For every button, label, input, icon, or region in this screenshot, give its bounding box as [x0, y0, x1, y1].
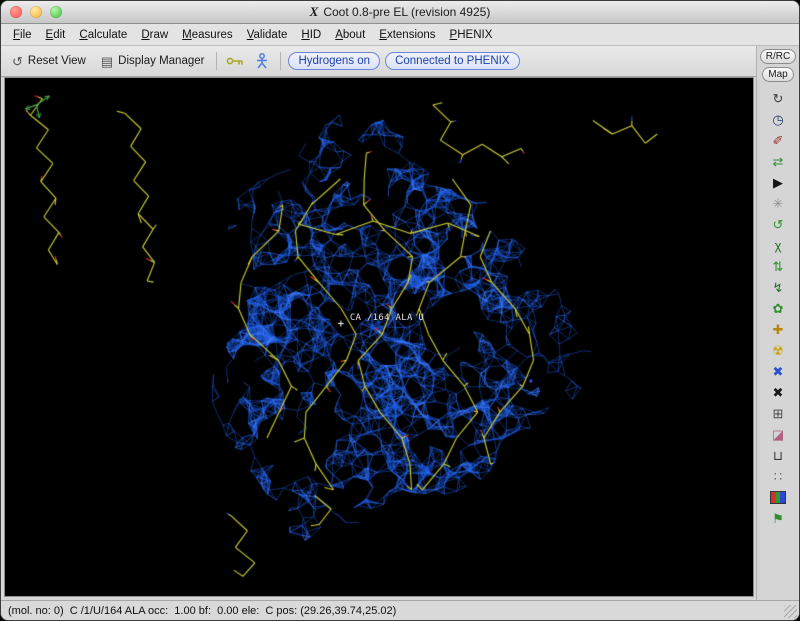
titlebar[interactable]: X Coot 0.8-pre EL (revision 4925)	[1, 1, 799, 24]
reset-view-button[interactable]: ↺ Reset View	[7, 52, 91, 71]
window-title-text: Coot 0.8-pre EL (revision 4925)	[323, 5, 490, 19]
menu-phenix[interactable]: PHENIX	[443, 26, 500, 44]
flip-peptide-icon[interactable]: ↯	[766, 278, 790, 297]
goto-atom-button[interactable]	[224, 51, 246, 71]
add-terminal-residue-icon[interactable]: ✚	[766, 320, 790, 339]
real-space-refine-icon[interactable]: ⇄	[766, 152, 790, 171]
flag-icon[interactable]: ⚑	[766, 509, 790, 528]
coot-window: X Coot 0.8-pre EL (revision 4925) FileEdi…	[1, 1, 799, 620]
menubar: FileEditCalculateDrawMeasuresValidateHID…	[1, 24, 799, 46]
clock-icon[interactable]: ◷	[766, 110, 790, 129]
display-manager-button[interactable]: ▤ Display Manager	[96, 52, 210, 71]
key-icon	[226, 54, 244, 68]
menu-edit[interactable]: Edit	[39, 26, 73, 44]
figure-icon	[255, 53, 269, 69]
display-manager-label: Display Manager	[118, 55, 204, 67]
rotate-translate-icon[interactable]: ⇅	[766, 257, 790, 276]
menu-file[interactable]: File	[6, 26, 39, 44]
menu-draw[interactable]: Draw	[134, 26, 175, 44]
close-button[interactable]	[10, 6, 22, 18]
delete-item-icon[interactable]: ✖	[766, 383, 790, 402]
toolbar-separator	[280, 52, 281, 70]
content-row: ↺ Reset View ▤ Display Manager	[1, 46, 799, 600]
undo-icon[interactable]: ↻	[766, 89, 790, 108]
rrc-button[interactable]: R/RC	[760, 49, 796, 64]
regularize-icon[interactable]: ✳	[766, 194, 790, 213]
mutate-residue-icon[interactable]: ✿	[766, 299, 790, 318]
menu-about[interactable]: About	[328, 26, 372, 44]
add-atom-icon[interactable]: ⊞	[766, 404, 790, 423]
menu-hid[interactable]: HID	[294, 26, 328, 44]
phenix-connection-button[interactable]: Connected to PHENIX	[385, 52, 519, 70]
traffic-lights	[10, 6, 62, 18]
trash-icon[interactable]: ⊔	[766, 446, 790, 465]
rgb-stripes-icon[interactable]	[766, 488, 790, 507]
toolbar-separator	[216, 52, 217, 70]
more-options-icon[interactable]: ∷	[766, 467, 790, 486]
desktop: X Coot 0.8-pre EL (revision 4925) FileEdi…	[0, 0, 800, 621]
hydrogens-toggle-button[interactable]: Hydrogens on	[288, 52, 380, 70]
menu-measures[interactable]: Measures	[175, 26, 240, 44]
sidebar-icon-column: ↻ ◷ ✐ ⇄ ▶ ✳ ↺ χ ⇅ ↯ ✿ ✚ ☢ ✖ ✖ ⊞ ◪ ⊔ ∷ ⚑	[757, 89, 799, 600]
measure-pencil-icon[interactable]: ✐	[766, 131, 790, 150]
toolbar: ↺ Reset View ▤ Display Manager	[1, 46, 756, 77]
gl-viewport: CA /164 ALA U	[4, 77, 754, 597]
model-figure-button[interactable]	[251, 51, 273, 71]
menu-extensions[interactable]: Extensions	[372, 26, 442, 44]
reset-view-icon: ↺	[12, 55, 23, 68]
display-manager-icon: ▤	[101, 55, 113, 68]
map-button[interactable]: Map	[762, 67, 793, 82]
x11-icon: X	[310, 4, 319, 19]
gl-canvas[interactable]	[5, 78, 753, 596]
rigid-body-fit-icon[interactable]: ↺	[766, 215, 790, 234]
statusbar: (mol. no: 0) C /1/U/164 ALA occ: 1.00 bf…	[1, 600, 799, 620]
pointer-arrow-icon[interactable]: ▶	[766, 173, 790, 192]
status-text: (mol. no: 0) C /1/U/164 ALA occ: 1.00 bf…	[8, 605, 396, 617]
chi-angles-icon[interactable]: χ	[766, 236, 790, 255]
radiation-icon[interactable]: ☢	[766, 341, 790, 360]
zoom-button[interactable]	[50, 6, 62, 18]
menu-validate[interactable]: Validate	[240, 26, 295, 44]
left-column: ↺ Reset View ▤ Display Manager	[1, 46, 756, 600]
right-sidebar: R/RC Map ↻ ◷ ✐ ⇄ ▶ ✳ ↺ χ ⇅ ↯ ✿ ✚ ☢ ✖ ✖ ⊞ ◪ ⊔ ∷ ⚑	[756, 46, 799, 600]
menu-calculate[interactable]: Calculate	[72, 26, 134, 44]
window-title: X Coot 0.8-pre EL (revision 4925)	[1, 4, 799, 20]
eraser-icon[interactable]: ◪	[766, 425, 790, 444]
resize-grip[interactable]	[784, 605, 797, 618]
swap-conformer-icon[interactable]: ✖	[766, 362, 790, 381]
reset-view-label: Reset View	[28, 55, 86, 67]
minimize-button[interactable]	[30, 6, 42, 18]
